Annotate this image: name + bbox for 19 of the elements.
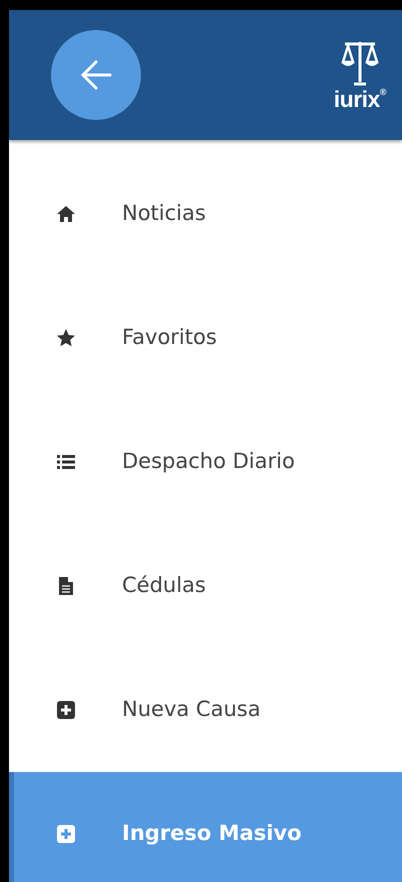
menu-label: Ingreso Masivo (122, 820, 302, 848)
menu-item[interactable]: Nueva Causa (9, 648, 402, 772)
logo-text: iurix® (334, 88, 386, 110)
plus-square-icon (56, 824, 76, 844)
star-icon (56, 328, 76, 348)
menu-label: Cédulas (122, 572, 206, 600)
menu-label: Favoritos (122, 324, 217, 352)
menu-item[interactable]: Despacho Diario (9, 400, 402, 524)
scales-icon (340, 40, 380, 88)
menu-label: Nueva Causa (122, 696, 261, 724)
list-icon (56, 452, 76, 472)
menu-item[interactable]: Favoritos (9, 276, 402, 400)
plus-square-icon (56, 700, 76, 720)
menu-item[interactable]: Cédulas (9, 524, 402, 648)
menu-label: Noticias (122, 200, 206, 228)
menu-item[interactable]: Noticias (9, 152, 402, 276)
menu-label: Despacho Diario (122, 448, 295, 476)
document-icon (56, 576, 76, 596)
home-icon (56, 204, 76, 224)
